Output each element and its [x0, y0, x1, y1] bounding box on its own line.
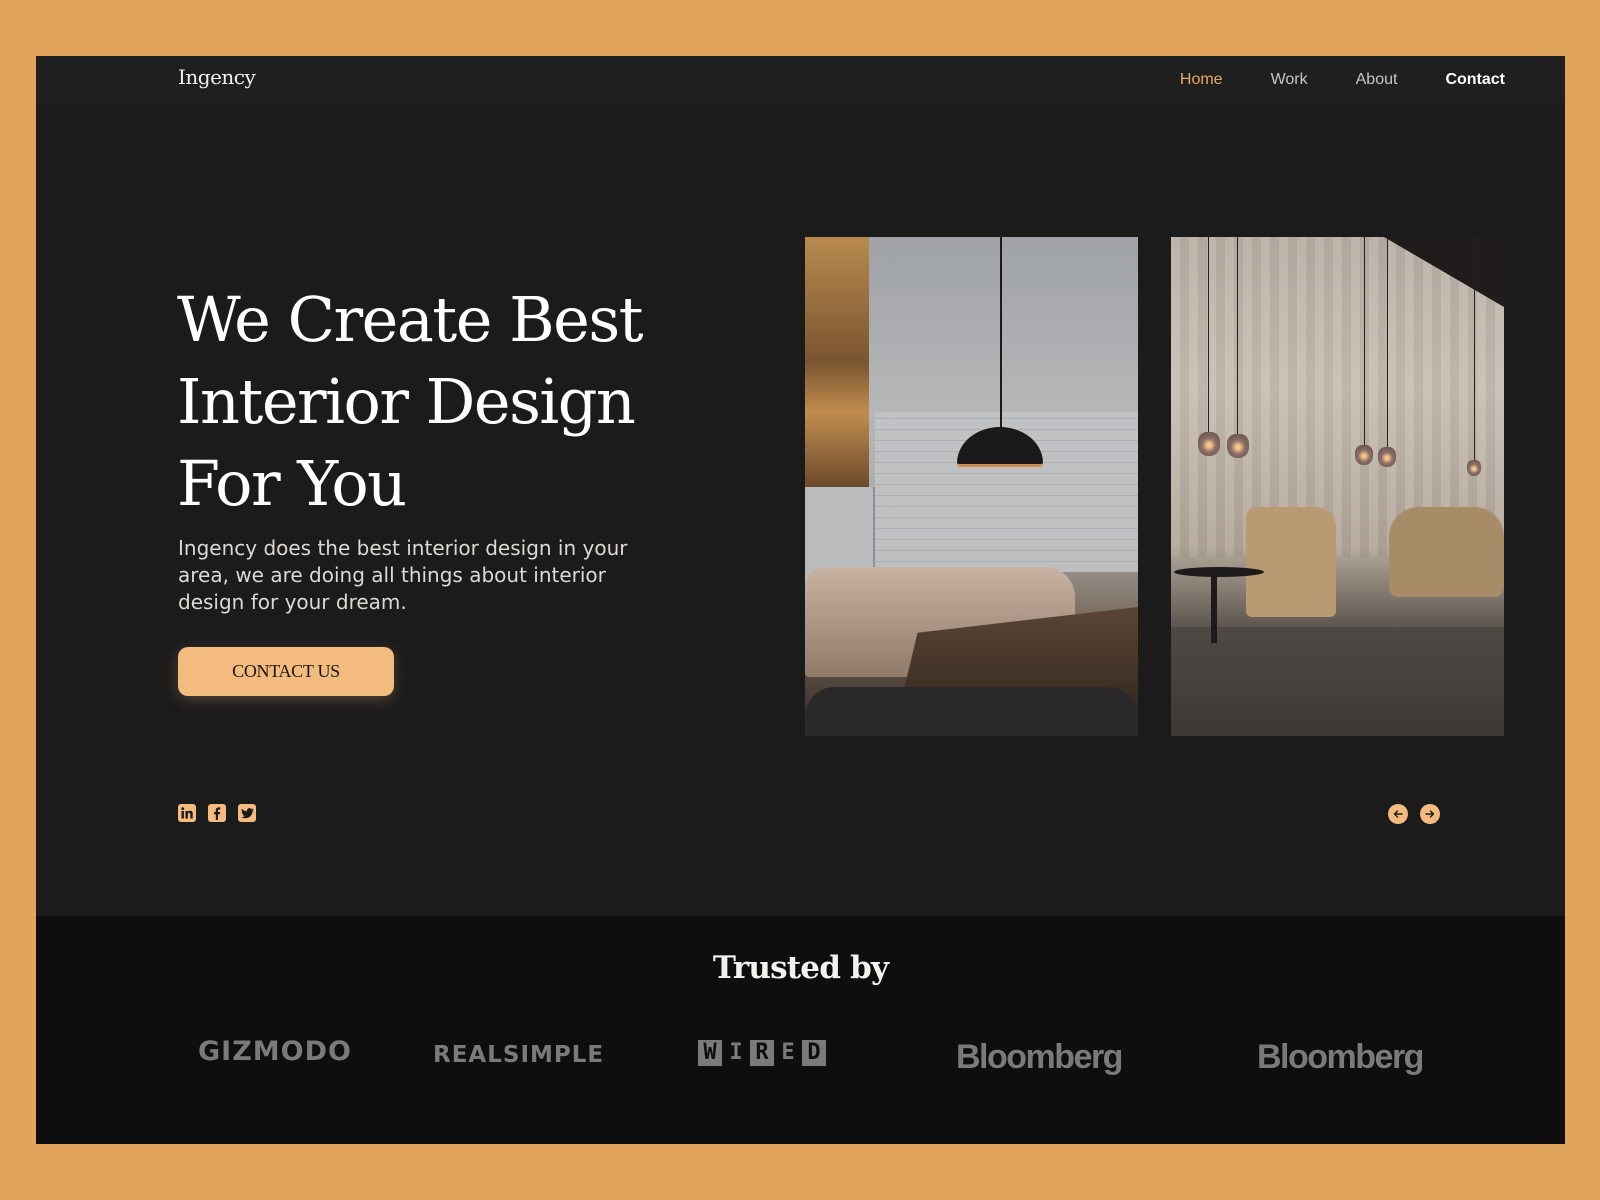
nav-link-about[interactable]: About	[1356, 71, 1398, 89]
wired-letter: D	[802, 1040, 826, 1066]
hero-title-line-3: For You	[177, 447, 407, 520]
hero-description: Ingency does the best interior design in…	[178, 536, 628, 614]
lounge-with-pendant-lamp-photo	[805, 237, 1138, 736]
lamp-cord	[1000, 237, 1002, 437]
gizmodo-logo: GIZMODO	[198, 1036, 352, 1067]
side-table-leg	[1211, 573, 1217, 643]
bulb-cord	[1208, 237, 1209, 437]
bloomberg-logo: Bloomberg	[1257, 1038, 1424, 1076]
hero-title-line-2: Interior Design	[177, 365, 636, 438]
carousel-controls	[1388, 804, 1440, 824]
nav-links: Home Work About Contact	[1180, 71, 1505, 89]
bulb-cord	[1387, 237, 1388, 449]
facebook-icon[interactable]	[208, 804, 226, 822]
bloomberg-logo: Bloomberg	[956, 1038, 1123, 1076]
landing-page: Ingency Home Work About Contact We Creat…	[36, 56, 1565, 1144]
wired-letter: I	[729, 1040, 743, 1065]
bottle-shelf	[805, 237, 869, 487]
pendant-bulb	[1227, 434, 1249, 458]
arrow-right-icon[interactable]	[1420, 804, 1440, 824]
nav-link-contact[interactable]: Contact	[1445, 71, 1505, 89]
carpet-floor	[1171, 627, 1504, 736]
dark-chair-foreground	[805, 687, 1138, 736]
pendant-bulb	[1355, 445, 1373, 465]
brand-logo[interactable]: Ingency	[178, 65, 256, 89]
hero-title: We Create Best Interior Design For You	[177, 279, 737, 525]
side-table	[1174, 567, 1264, 577]
armchair	[1246, 507, 1336, 617]
top-navigation: Ingency Home Work About Contact	[36, 56, 1565, 103]
hero-title-line-1: We Create Best	[177, 283, 644, 356]
nav-link-home[interactable]: Home	[1180, 71, 1223, 89]
wired-letter: W	[698, 1040, 722, 1066]
trusted-by-title: Trusted by	[712, 950, 889, 986]
pendant-bulb	[1378, 447, 1396, 467]
pendant-bulb	[1198, 432, 1220, 456]
social-links	[178, 804, 256, 822]
linkedin-icon[interactable]	[178, 804, 196, 822]
contact-us-button[interactable]: CONTACT US	[178, 647, 394, 696]
wired-logo: W I R E D	[698, 1040, 826, 1066]
bulb-cord	[1237, 237, 1238, 439]
wired-letter: R	[750, 1040, 774, 1066]
nav-link-work[interactable]: Work	[1271, 71, 1308, 89]
curtain-lounge-photo	[1171, 237, 1504, 736]
wired-letter: E	[781, 1040, 795, 1065]
bulb-cord	[1364, 237, 1365, 447]
trusted-by-section: Trusted by GIZMODO REALSIMPLE W I R E D …	[36, 916, 1565, 1144]
pendant-bulb	[1467, 460, 1481, 476]
armchair	[1389, 507, 1504, 597]
twitter-icon[interactable]	[238, 804, 256, 822]
bulb-cord	[1474, 237, 1475, 462]
realsimple-logo: REALSIMPLE	[433, 1042, 605, 1068]
arrow-left-icon[interactable]	[1388, 804, 1408, 824]
